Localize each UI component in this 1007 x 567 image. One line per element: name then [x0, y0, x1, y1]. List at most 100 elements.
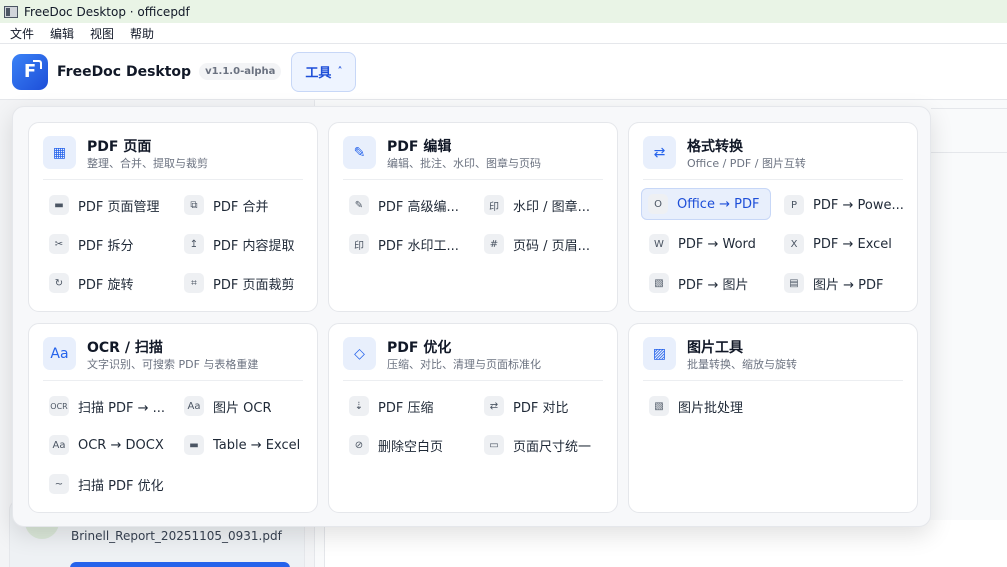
- tool-ocr-to-docx[interactable]: Aa OCR → DOCX: [43, 429, 173, 461]
- tool-image-to-pdf[interactable]: ▤ 图片 → PDF: [778, 267, 908, 299]
- tool-pdf-rotate[interactable]: ↻ PDF 旋转: [43, 267, 173, 299]
- tool-label: PDF 水印工...: [378, 238, 459, 254]
- tool-page-number-header[interactable]: # 页码 / 页眉...: [478, 228, 608, 260]
- image-icon: ▧: [649, 396, 669, 416]
- hash-icon: #: [484, 234, 504, 254]
- tool-pdf-advanced-edit[interactable]: ✎ PDF 高级编...: [343, 189, 473, 221]
- card-title: 图片工具: [687, 340, 743, 356]
- card-subtitle: 压缩、对比、清理与页面标准化: [387, 358, 541, 371]
- app-logo-icon: F: [12, 53, 48, 90]
- pen-icon: ✎: [349, 195, 369, 215]
- tool-pdf-extract[interactable]: ↥ PDF 内容提取: [178, 228, 308, 260]
- tool-label: Office → PDF: [677, 196, 760, 212]
- extract-icon: ↥: [184, 234, 204, 254]
- window-title: FreeDoc Desktop · officepdf: [24, 4, 190, 19]
- tool-pdf-to-excel[interactable]: X PDF → Excel: [778, 228, 908, 260]
- tool-label: PDF 高级编...: [378, 199, 459, 215]
- tool-image-batch[interactable]: ▧ 图片批处理: [643, 390, 773, 422]
- card-title: PDF 页面: [87, 139, 152, 155]
- card-header: ◇ PDF 优化 压缩、对比、清理与页面标准化: [343, 337, 603, 381]
- excel-icon: X: [784, 234, 804, 254]
- ocr-icon: OCR: [49, 396, 69, 416]
- compress-icon: ⇣: [349, 396, 369, 416]
- brand-name: FreeDoc Desktop: [57, 63, 192, 80]
- merge-icon: ⧉: [184, 195, 204, 215]
- page-icon: ▬: [49, 195, 69, 215]
- powerpoint-icon: P: [784, 195, 804, 215]
- tool-unify-page-size[interactable]: ▭ 页面尺寸统一: [478, 429, 608, 461]
- menu-edit[interactable]: 编辑: [50, 25, 74, 42]
- tool-scan-pdf-optimize[interactable]: ~ 扫描 PDF 优化: [43, 468, 173, 500]
- tool-pdf-to-image[interactable]: ▧ PDF → 图片: [643, 267, 773, 299]
- tool-label: PDF → Word: [678, 236, 756, 252]
- menu-view[interactable]: 视图: [90, 25, 114, 42]
- diamond-icon: ◇: [343, 337, 376, 370]
- card-pdf-edit: ✎ PDF 编辑 编辑、批注、水印、图章与页码 ✎ PDF 高级编... 印 水…: [328, 122, 618, 312]
- tool-label: 扫描 PDF → ...: [78, 400, 166, 416]
- stamp-icon: 印: [349, 234, 369, 254]
- tools-button-label: 工具: [305, 66, 332, 81]
- tool-delete-blank-pages[interactable]: ⊘ 删除空白页: [343, 429, 473, 461]
- tool-label: PDF 合并: [213, 199, 269, 215]
- text-aa-icon: Aa: [43, 337, 76, 370]
- menu-help[interactable]: 帮助: [130, 25, 154, 42]
- tool-pdf-crop[interactable]: ⌗ PDF 页面裁剪: [178, 267, 308, 299]
- rotate-icon: ↻: [49, 273, 69, 293]
- tool-label: PDF 页面管理: [78, 199, 160, 215]
- tool-label: 图片批处理: [678, 400, 744, 416]
- tool-table-to-excel[interactable]: ▬ Table → Excel: [178, 429, 308, 461]
- card-image-tools: ▨ 图片工具 批量转换、缩放与旋转 ▧ 图片批处理: [628, 323, 918, 513]
- tools-dropdown: ▦ PDF 页面 整理、合并、提取与裁剪 ▬ PDF 页面管理 ⧉ PDF 合并…: [12, 106, 931, 527]
- pen-icon: ✎: [343, 136, 376, 169]
- tool-pdf-watermark[interactable]: 印 PDF 水印工...: [343, 228, 473, 260]
- tool-label: 删除空白页: [378, 439, 444, 455]
- card-header: ✎ PDF 编辑 编辑、批注、水印、图章与页码: [343, 136, 603, 180]
- tool-pdf-page-manage[interactable]: ▬ PDF 页面管理: [43, 189, 173, 221]
- tools-menu-button[interactable]: 工具 ˄: [291, 51, 357, 92]
- tool-label: 水印 / 图章...: [513, 199, 591, 215]
- menu-file[interactable]: 文件: [10, 25, 34, 42]
- tool-pdf-to-word[interactable]: W PDF → Word: [643, 228, 773, 260]
- tool-label: OCR → DOCX: [78, 437, 164, 453]
- tool-pdf-compress[interactable]: ⇣ PDF 压缩: [343, 390, 473, 422]
- swap-icon: ⇄: [643, 136, 676, 169]
- card-title: PDF 优化: [387, 340, 452, 356]
- card-subtitle: 整理、合并、提取与裁剪: [87, 157, 208, 170]
- app-header: F FreeDoc Desktop v1.1.0-alpha 工具 ˄: [0, 44, 1007, 100]
- tool-label: PDF 页面裁剪: [213, 277, 295, 293]
- tool-label: 图片 OCR: [213, 400, 272, 416]
- tool-pdf-split[interactable]: ✂ PDF 拆分: [43, 228, 173, 260]
- delete-blank-icon: ⊘: [349, 435, 369, 455]
- tool-label: Table → Excel: [213, 437, 301, 453]
- text-aa-icon: Aa: [184, 396, 204, 416]
- stamp-icon: 印: [484, 195, 504, 215]
- card-title: OCR / 扫描: [87, 340, 163, 356]
- tool-watermark-stamp[interactable]: 印 水印 / 图章...: [478, 189, 608, 221]
- card-subtitle: 批量转换、缩放与旋转: [687, 358, 797, 371]
- window-titlebar: FreeDoc Desktop · officepdf: [0, 0, 1007, 23]
- table-icon: ▬: [184, 435, 204, 455]
- tool-image-ocr[interactable]: Aa 图片 OCR: [178, 390, 308, 422]
- card-ocr-scan: Aa OCR / 扫描 文字识别、可搜索 PDF 与表格重建 OCR 扫描 PD…: [28, 323, 318, 513]
- tool-label: PDF → 图片: [678, 277, 749, 293]
- card-pdf-optimize: ◇ PDF 优化 压缩、对比、清理与页面标准化 ⇣ PDF 压缩 ⇄ PDF 对…: [328, 323, 618, 513]
- tool-pdf-merge[interactable]: ⧉ PDF 合并: [178, 189, 308, 221]
- grid-icon: ▦: [43, 136, 76, 169]
- card-header: ⇄ 格式转换 Office / PDF / 图片互转: [643, 136, 903, 180]
- tool-pdf-compare[interactable]: ⇄ PDF 对比: [478, 390, 608, 422]
- tool-label: PDF 旋转: [78, 277, 134, 293]
- chevron-up-icon: ˄: [337, 66, 343, 77]
- compare-icon: ⇄: [484, 396, 504, 416]
- wave-icon: ~: [49, 474, 69, 494]
- tool-label: PDF → Powe...: [813, 197, 904, 213]
- tool-pdf-to-powerpoint[interactable]: P PDF → Powe...: [778, 189, 908, 221]
- card-title: PDF 编辑: [387, 139, 452, 155]
- image-tools-icon: ▨: [643, 337, 676, 370]
- primary-action-button[interactable]: [70, 562, 290, 567]
- menu-bar: 文件 编辑 视图 帮助: [0, 23, 1007, 44]
- tool-office-to-pdf[interactable]: O Office → PDF: [641, 188, 771, 220]
- app-window-icon: [4, 5, 18, 18]
- tool-label: 页面尺寸统一: [513, 439, 592, 455]
- word-icon: W: [649, 234, 669, 254]
- tool-scan-pdf-convert[interactable]: OCR 扫描 PDF → ...: [43, 390, 173, 422]
